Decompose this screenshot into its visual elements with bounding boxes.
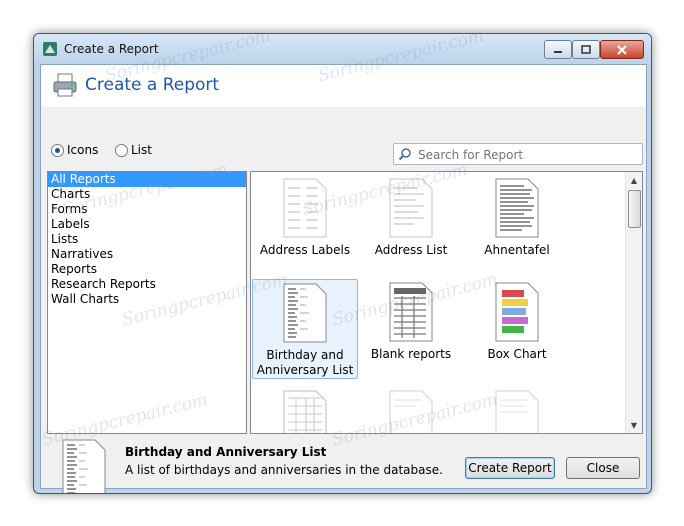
report-thumbnail-icon	[495, 282, 539, 342]
report-tile-selected[interactable]: Birthday and Anniversary List	[252, 279, 358, 379]
category-item-reports[interactable]: Reports	[48, 262, 246, 277]
report-title: Birthday and Anniversary List	[125, 445, 327, 459]
create-report-dialog: Create a Report Create a Report Icons Li…	[33, 33, 652, 494]
window-title: Create a Report	[64, 42, 159, 56]
category-list: All Reports Charts Forms Labels Lists Na…	[47, 171, 247, 434]
minimize-icon	[554, 50, 562, 53]
report-tile[interactable]: Blank reports	[359, 282, 463, 362]
dialog-body: Create a Report Icons List All Reports C…	[40, 64, 647, 493]
report-tile[interactable]: Ahnentafel	[465, 178, 569, 258]
category-item-narratives[interactable]: Narratives	[48, 247, 246, 262]
search-box[interactable]	[393, 143, 643, 165]
close-button[interactable]: Close	[566, 457, 640, 479]
icons-radio[interactable]	[51, 144, 64, 157]
scrollbar-thumb[interactable]	[628, 190, 641, 228]
report-thumbnail-icon	[283, 178, 327, 238]
dialog-header: Create a Report	[41, 65, 646, 107]
category-item-labels[interactable]: Labels	[48, 217, 246, 232]
report-label: Address Labels	[259, 243, 351, 257]
report-thumbnail-icon	[283, 390, 327, 433]
report-tile[interactable]	[465, 390, 569, 433]
report-label: Birthday and Anniversary List	[256, 348, 354, 377]
category-item-research-reports[interactable]: Research Reports	[48, 277, 246, 292]
report-tile[interactable]	[359, 390, 463, 433]
category-item-all-reports[interactable]: All Reports	[48, 172, 246, 187]
report-label: Address List	[374, 243, 448, 257]
category-item-wall-charts[interactable]: Wall Charts	[48, 292, 246, 307]
maximize-icon	[581, 45, 591, 54]
printer-icon	[53, 73, 77, 97]
report-thumbnail-icon	[389, 390, 433, 433]
report-thumbnail-icon	[389, 282, 433, 342]
category-item-forms[interactable]: Forms	[48, 202, 246, 217]
close-icon	[617, 44, 627, 55]
report-tile[interactable]: Address Labels	[253, 178, 357, 258]
report-label: Box Chart	[487, 347, 547, 361]
minimize-button[interactable]	[544, 40, 572, 59]
report-thumbnail-icon	[495, 390, 539, 433]
report-thumbnail-icon	[389, 178, 433, 238]
category-item-lists[interactable]: Lists	[48, 232, 246, 247]
list-radio[interactable]	[115, 144, 128, 157]
title-bar[interactable]: Create a Report	[34, 34, 651, 64]
vertical-scrollbar[interactable]: ▲ ▼	[625, 172, 642, 433]
create-report-button[interactable]: Create Report	[465, 457, 555, 479]
icons-label[interactable]: Icons	[67, 143, 98, 157]
search-icon	[398, 148, 411, 161]
maximize-button[interactable]	[572, 40, 600, 59]
report-tile[interactable]: Address List	[359, 178, 463, 258]
report-thumbnail-icon	[495, 178, 539, 238]
scroll-down-icon[interactable]: ▼	[626, 417, 642, 433]
report-tile[interactable]: Box Chart	[465, 282, 569, 362]
report-description: A list of birthdays and anniversaries in…	[125, 463, 443, 477]
scroll-up-icon[interactable]: ▲	[626, 172, 642, 188]
category-item-charts[interactable]: Charts	[48, 187, 246, 202]
close-window-button[interactable]	[600, 40, 644, 59]
report-tile[interactable]	[253, 390, 357, 433]
report-thumbnail-icon	[283, 283, 327, 343]
report-label: Blank reports	[370, 347, 452, 361]
search-input[interactable]	[416, 146, 640, 163]
report-label: Ahnentafel	[484, 243, 550, 257]
report-grid: Address Labels Address List Ahnentafel B…	[250, 171, 643, 434]
list-label[interactable]: List	[131, 143, 152, 157]
report-details: Birthday and Anniversary List A list of …	[41, 435, 646, 493]
selected-report-thumbnail-icon	[62, 439, 106, 493]
page-title: Create a Report	[85, 75, 220, 95]
app-icon	[43, 42, 57, 56]
